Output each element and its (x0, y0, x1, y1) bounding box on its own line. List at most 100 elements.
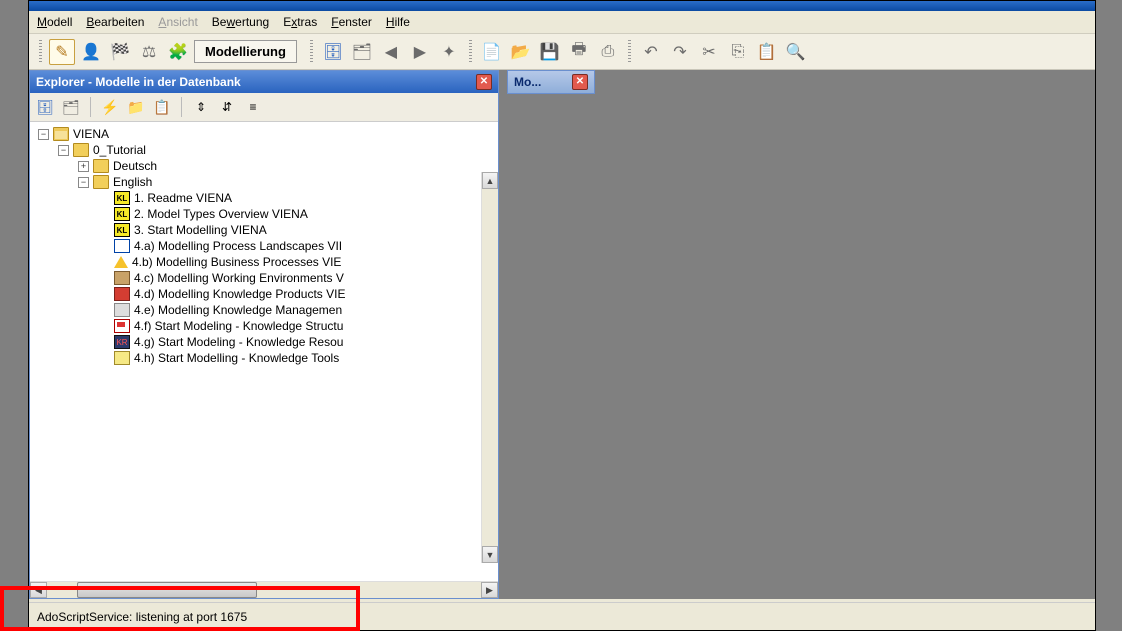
explorer-header[interactable]: Explorer - Modelle in der Datenbank ✕ (30, 71, 498, 93)
tree-item[interactable]: 4.g) Start Modeling - Knowledge Resou (134, 335, 343, 349)
close-icon[interactable]: ✕ (572, 74, 588, 90)
tree-item[interactable]: 4.e) Modelling Knowledge Managemen (134, 303, 342, 317)
product-icon (114, 287, 130, 301)
tools-icon (114, 351, 130, 365)
titlebar (29, 1, 1095, 11)
folder-icon (73, 143, 89, 157)
separator-icon (90, 97, 91, 117)
tree-item[interactable]: 3. Start Modelling VIENA (134, 223, 267, 237)
triangle-icon (114, 256, 128, 268)
tb-mode-label[interactable]: Modellierung (194, 40, 297, 63)
tb-save-icon[interactable]: 💾 (537, 39, 563, 65)
mo-title: Mo... (514, 75, 541, 89)
etb-collapse-icon[interactable]: ⇵ (216, 96, 238, 118)
tb-find-icon[interactable]: 🔍 (783, 39, 809, 65)
tb-open-icon[interactable]: 📂 (508, 39, 534, 65)
tree-item[interactable]: 4.f) Start Modeling - Knowledge Structu (134, 319, 343, 333)
tb-compass-icon[interactable]: ✦ (436, 39, 462, 65)
kl-icon: KL (114, 191, 130, 205)
tree-node-tutorial[interactable]: 0_Tutorial (93, 143, 146, 157)
tb-back-icon[interactable]: ◀ (378, 39, 404, 65)
etb-expand-icon[interactable]: ⇕ (190, 96, 212, 118)
tree-node-root[interactable]: VIENA (73, 127, 109, 141)
menubar: Modell Bearbeiten Ansicht Bewertung Extr… (29, 11, 1095, 34)
horizontal-scrollbar[interactable]: ◀ ▶ (30, 581, 498, 598)
flag-icon (114, 319, 130, 333)
toolbar-main: ✎ 👤 🏁 ⚖ 🧩 Modellierung 🗄 🗂 ◀ ▶ ✦ 📄 📂 💾 🖶… (29, 34, 1095, 70)
tree-node-english[interactable]: English (113, 175, 152, 189)
mo-panel: Mo... ✕ (507, 70, 595, 94)
menu-modell[interactable]: Modell (37, 15, 72, 29)
mgmt-icon (114, 303, 130, 317)
landscape-icon (114, 239, 130, 253)
tb-cut-icon[interactable]: ✂ (696, 39, 722, 65)
folder-icon (93, 175, 109, 189)
tb-scales-icon[interactable]: ⚖ (136, 39, 162, 65)
tree-item[interactable]: 2. Model Types Overview VIENA (134, 207, 308, 221)
kr-icon: KR (114, 335, 130, 349)
collapse-icon[interactable]: − (78, 177, 89, 188)
menu-extras[interactable]: Extras (283, 15, 317, 29)
etb-foldercheck-icon[interactable]: 📁 (125, 96, 147, 118)
tb-user-icon[interactable]: 👤 (78, 39, 104, 65)
etb-sort-icon[interactable]: ≡ (242, 96, 264, 118)
tree-item[interactable]: 4.d) Modelling Knowledge Products VIE (134, 287, 345, 301)
tree-item[interactable]: 4.c) Modelling Working Environments V (134, 271, 344, 285)
menu-bewertung[interactable]: Bewertung (212, 15, 269, 29)
menu-ansicht[interactable]: Ansicht (158, 15, 197, 29)
etb-stack-icon[interactable]: 🗂 (60, 96, 82, 118)
scroll-up-icon[interactable]: ▲ (482, 172, 498, 189)
mo-header[interactable]: Mo... ✕ (508, 71, 594, 93)
statusbar: AdoScriptService: listening at port 1675 (29, 602, 1095, 630)
tree-item[interactable]: 4.a) Modelling Process Landscapes VII (134, 239, 342, 253)
tb-puzzle-icon[interactable]: 🧩 (165, 39, 191, 65)
tree-item[interactable]: 4.h) Start Modelling - Knowledge Tools (134, 351, 339, 365)
tree-node-deutsch[interactable]: Deutsch (113, 159, 157, 173)
etb-clipboard-icon[interactable]: 📋 (151, 96, 173, 118)
separator-icon (181, 97, 182, 117)
collapse-icon[interactable]: − (58, 145, 69, 156)
folder-open-icon (53, 127, 69, 141)
expand-icon[interactable]: + (78, 161, 89, 172)
tb-print-icon[interactable]: 🖶 (566, 39, 592, 65)
tree-view[interactable]: −VIENA −0_Tutorial +Deutsch −English KL1… (30, 122, 498, 581)
tb-forward-icon[interactable]: ▶ (407, 39, 433, 65)
tb-new-icon[interactable]: 📄 (479, 39, 505, 65)
toolbar-grip-icon (469, 40, 472, 64)
close-icon[interactable]: ✕ (476, 74, 492, 90)
scroll-down-icon[interactable]: ▼ (482, 546, 498, 563)
main-window: Modell Bearbeiten Ansicht Bewertung Extr… (28, 0, 1096, 631)
scroll-right-icon[interactable]: ▶ (481, 582, 498, 598)
tree-item[interactable]: 4.b) Modelling Business Processes VIE (132, 255, 341, 269)
scroll-left-icon[interactable]: ◀ (30, 582, 47, 598)
tb-paste-icon[interactable]: 📋 (754, 39, 780, 65)
menu-bearbeiten[interactable]: Bearbeiten (86, 15, 144, 29)
etb-refresh-icon[interactable]: ⚡ (99, 96, 121, 118)
kl-icon: KL (114, 207, 130, 221)
tb-redo-icon[interactable]: ↷ (667, 39, 693, 65)
tree-item[interactable]: 1. Readme VIENA (134, 191, 232, 205)
scroll-thumb[interactable] (77, 582, 257, 598)
tb-export-icon[interactable]: ⎙ (595, 39, 621, 65)
env-icon (114, 271, 130, 285)
menu-hilfe[interactable]: Hilfe (386, 15, 410, 29)
tb-stack-icon[interactable]: 🗂 (349, 39, 375, 65)
tb-db-icon[interactable]: 🗄 (320, 39, 346, 65)
folder-icon (93, 159, 109, 173)
tb-edit-icon[interactable]: ✎ (49, 39, 75, 65)
toolbar-grip-icon (310, 40, 313, 64)
status-text: AdoScriptService: listening at port 1675 (37, 610, 247, 624)
toolbar-grip-icon (39, 40, 42, 64)
tb-dash-icon[interactable]: 🏁 (107, 39, 133, 65)
tb-undo-icon[interactable]: ↶ (638, 39, 664, 65)
vertical-scrollbar[interactable]: ▲ ▼ (481, 172, 498, 563)
etb-db-icon[interactable]: 🗄 (34, 96, 56, 118)
menu-fenster[interactable]: Fenster (331, 15, 372, 29)
content-area: Explorer - Modelle in der Datenbank ✕ 🗄 … (29, 70, 1095, 599)
tb-copy-icon[interactable]: ⎘ (725, 39, 751, 65)
explorer-toolbar: 🗄 🗂 ⚡ 📁 📋 ⇕ ⇵ ≡ (30, 93, 498, 122)
collapse-icon[interactable]: − (38, 129, 49, 140)
toolbar-grip-icon (628, 40, 631, 64)
explorer-panel: Explorer - Modelle in der Datenbank ✕ 🗄 … (29, 70, 499, 599)
kl-icon: KL (114, 223, 130, 237)
